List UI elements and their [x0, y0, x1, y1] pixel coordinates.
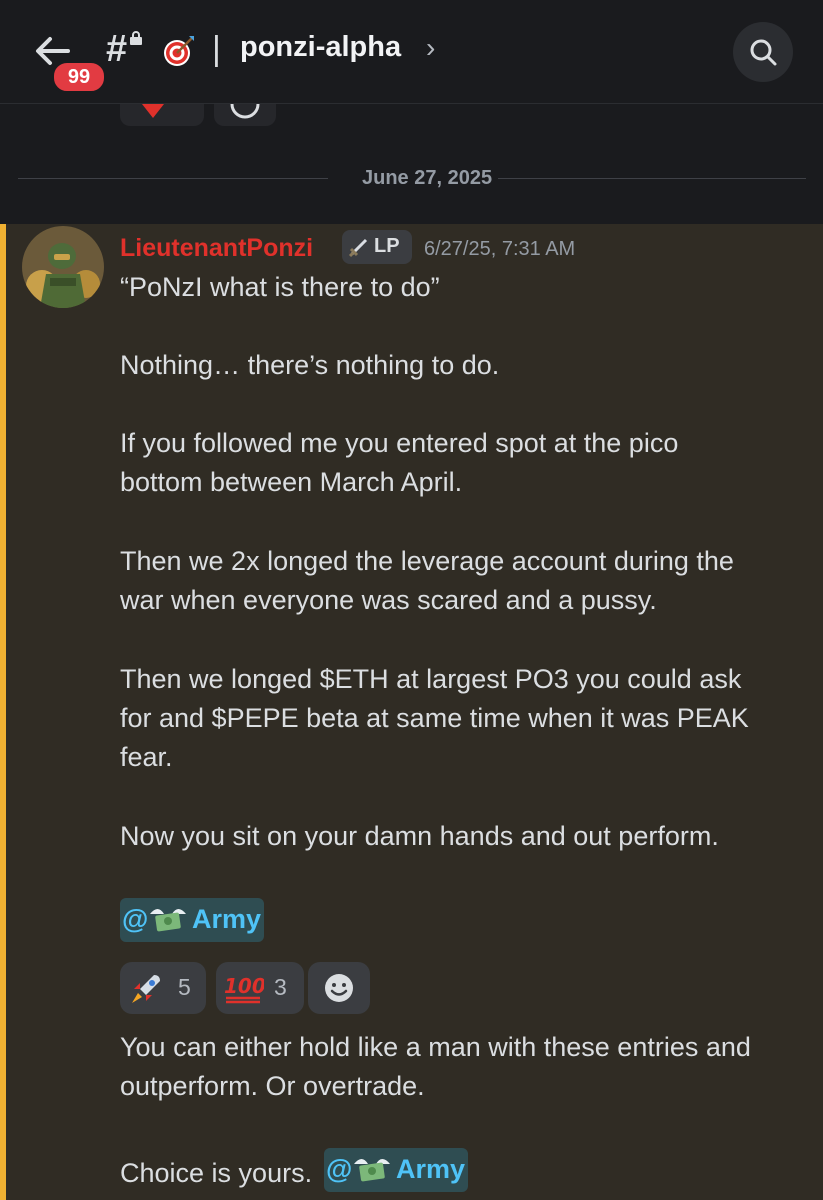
message-line: fear. — [120, 742, 173, 772]
svg-text:100: 100 — [224, 974, 264, 998]
avatar[interactable] — [22, 226, 104, 308]
hundred-points-icon: 100 — [224, 974, 264, 1004]
reaction-count: 5 — [178, 974, 191, 1000]
search-button[interactable] — [733, 22, 793, 82]
date-divider: June 27, 2025 — [18, 164, 806, 194]
message-line: Then we longed $ETH at largest PO3 you c… — [120, 664, 742, 694]
message-line: bottom between March April. — [120, 467, 463, 497]
channel-header: 99 # | ponzi-alpha › — [0, 0, 823, 104]
lock-icon — [128, 30, 144, 46]
role-tag[interactable]: LP — [342, 230, 412, 264]
message-line: war when everyone was scared and a pussy… — [120, 585, 657, 615]
channel-name[interactable]: ponzi-alpha — [240, 31, 401, 64]
target-icon — [162, 34, 196, 68]
message-line: Then we 2x longed the leverage account d… — [120, 546, 734, 576]
mention-role-name: Army — [192, 904, 262, 934]
rocket-icon — [132, 975, 160, 1003]
message-line: Nothing… there’s nothing to do. — [120, 350, 500, 380]
role-mention-army-2[interactable]: @ Army — [324, 1148, 468, 1192]
previous-add-reaction[interactable] — [214, 104, 276, 126]
message-line: “PoNzI what is there to do” — [120, 272, 440, 302]
header-divider: | — [212, 30, 221, 68]
followup-line: You can either hold like a man with thes… — [120, 1032, 751, 1062]
sword-icon — [348, 238, 368, 258]
money-with-wings-icon — [352, 1154, 392, 1191]
search-icon — [750, 39, 777, 66]
choice-text: Choice is yours. — [120, 1158, 313, 1188]
username[interactable]: LieutenantPonzi — [120, 234, 313, 263]
followup-line: outperform. Or overtrade. — [120, 1071, 425, 1101]
reaction-count: 3 — [274, 974, 287, 1000]
message-line: If you followed me you entered spot at t… — [120, 428, 679, 458]
reaction-rocket[interactable]: 5 — [120, 962, 206, 1014]
add-reaction-button[interactable] — [308, 962, 370, 1014]
money-with-wings-icon — [148, 904, 188, 941]
mention-role-name: Army — [396, 1154, 466, 1184]
role-label: LP — [374, 235, 400, 257]
message-line: for and $PEPE beta at same time when it … — [120, 703, 749, 733]
add-reaction-icon — [325, 974, 353, 1002]
mention-at: @ — [122, 904, 149, 934]
chevron-right-icon[interactable]: › — [426, 32, 435, 64]
message-line: Now you sit on your damn hands and out p… — [120, 821, 719, 851]
date-divider-text: June 27, 2025 — [362, 167, 493, 189]
role-mention-army[interactable]: @ Army — [120, 898, 264, 942]
highlighted-message: LieutenantPonzi LP 6/27/25, 7:31 AM “PoN… — [0, 224, 823, 1200]
hash-lock-icon: # — [106, 28, 128, 70]
previous-reaction[interactable] — [120, 104, 204, 126]
timestamp: 6/27/25, 7:31 AM — [424, 238, 576, 260]
mention-at: @ — [326, 1154, 353, 1184]
reaction-hundred[interactable]: 100 3 — [216, 962, 304, 1014]
unread-badge: 99 — [51, 60, 107, 94]
